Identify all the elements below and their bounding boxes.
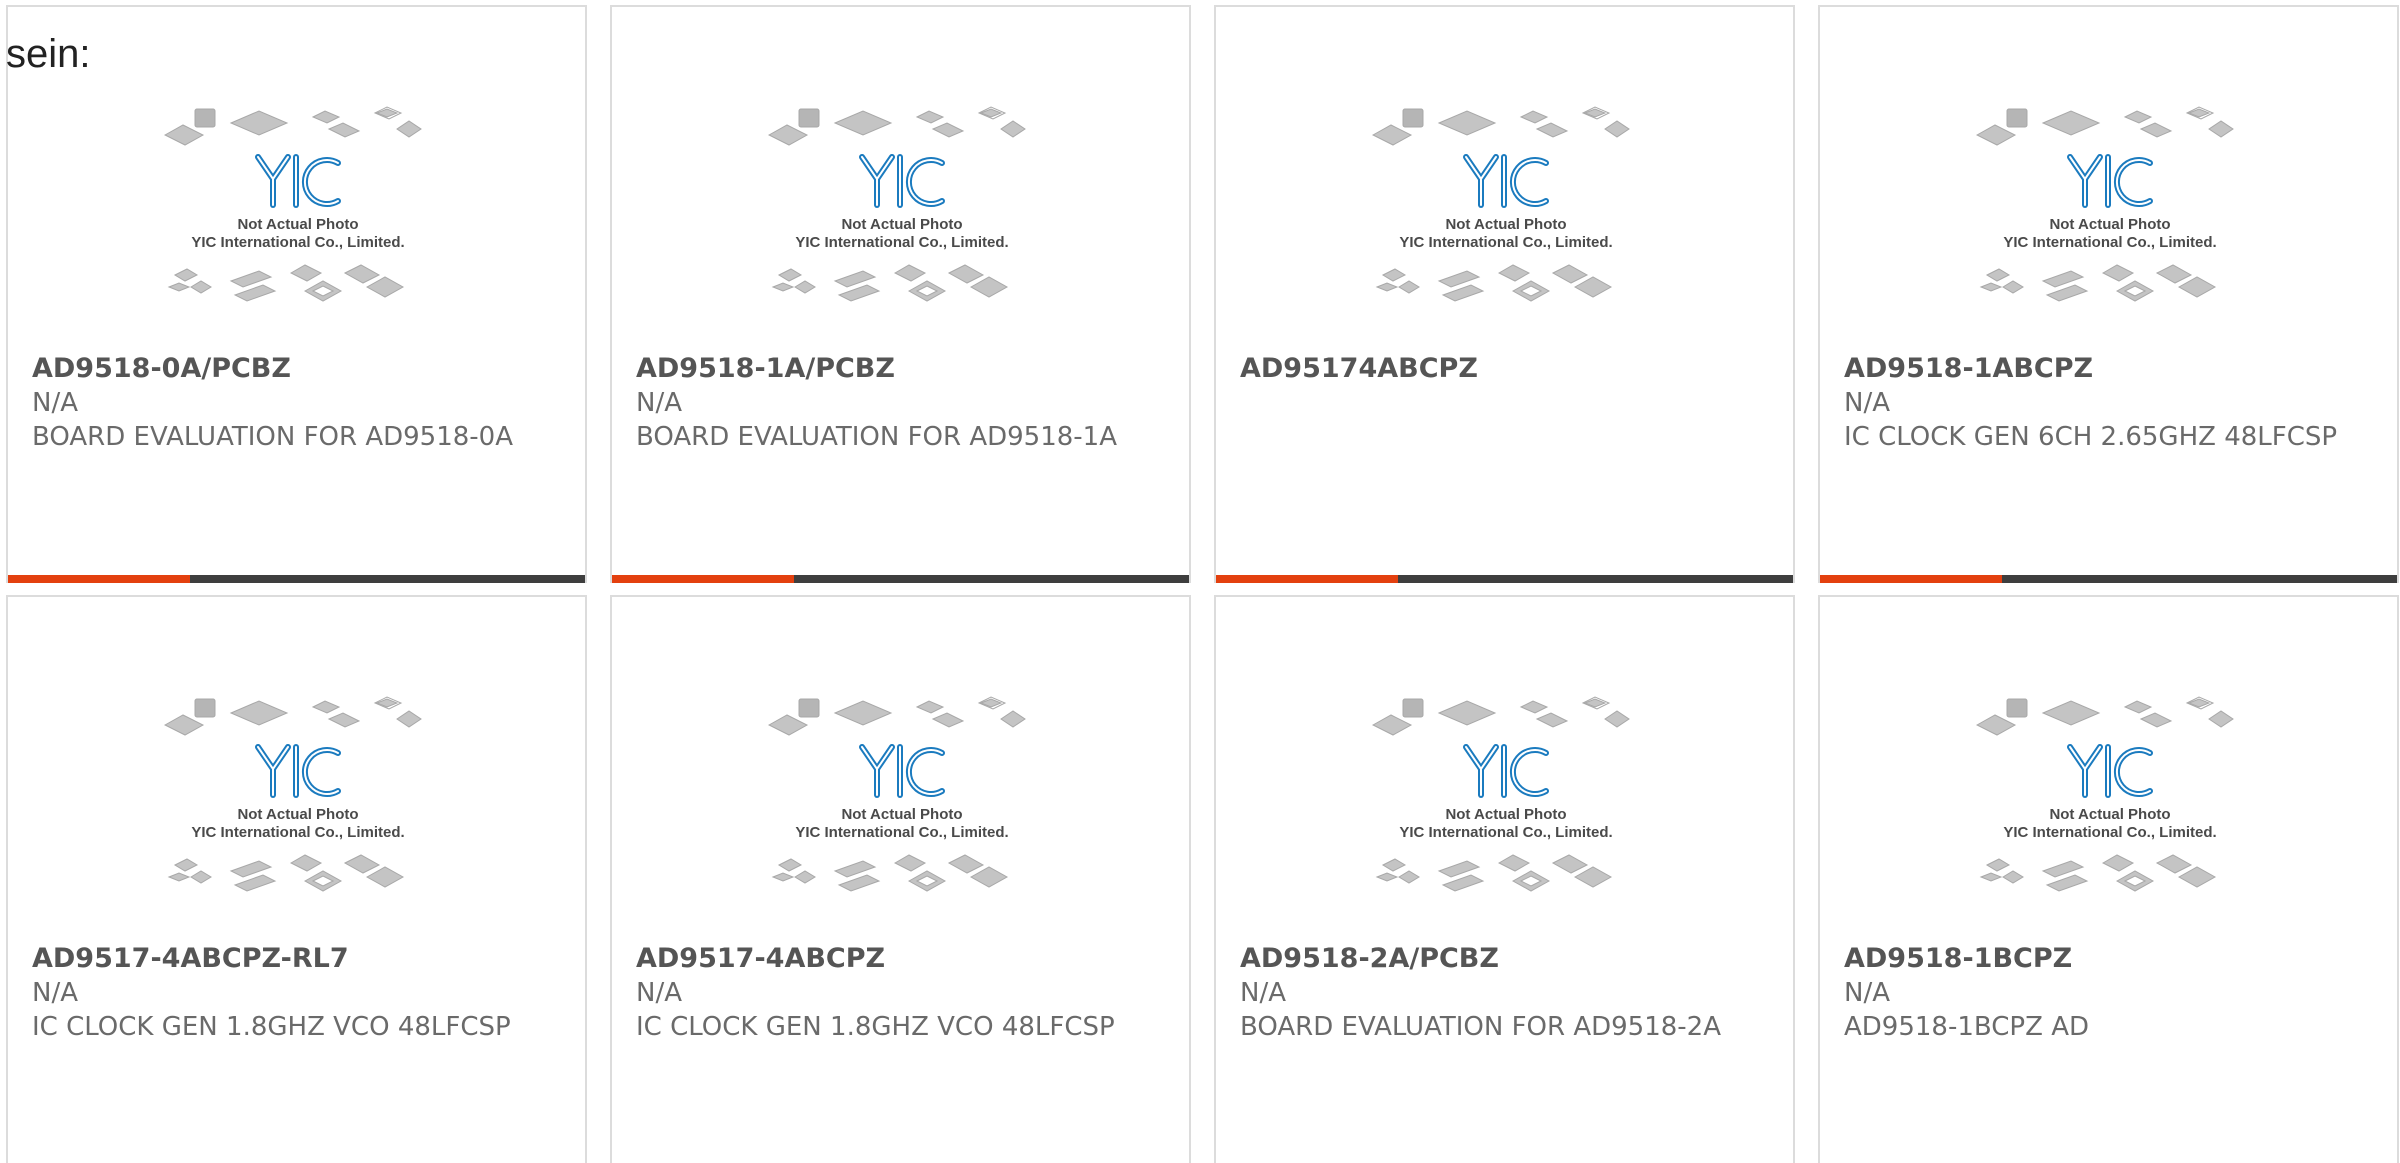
placeholder-photo-icon[interactable]: Not Actual Photo YIC International Co., …: [767, 685, 1037, 935]
product-info: AD9518-1BCPZ N/A AD9518-1BCPZ AD: [1844, 942, 2373, 1044]
manufacturer: N/A: [636, 388, 682, 418]
svg-text:Not Actual Photo: Not Actual Photo: [237, 216, 358, 233]
svg-text:YIC International Co., Limited: YIC International Co., Limited.: [1399, 234, 1612, 251]
svg-text:Not Actual Photo: Not Actual Photo: [1445, 216, 1566, 233]
product-info: AD9517-4ABCPZ N/A IC CLOCK GEN 1.8GHZ VC…: [636, 942, 1165, 1044]
card-accent-bar: [1820, 575, 2002, 583]
description: BOARD EVALUATION FOR AD9518-0A: [32, 422, 514, 452]
placeholder-photo-icon[interactable]: Not Actual Photo YIC International Co., …: [1371, 685, 1641, 935]
product-card[interactable]: Not Actual Photo YIC International Co., …: [1818, 5, 2399, 583]
svg-text:YIC International Co., Limited: YIC International Co., Limited.: [795, 234, 1008, 251]
part-number-link[interactable]: AD9518-1A/PCBZ: [636, 352, 1165, 386]
manufacturer: N/A: [1240, 978, 1286, 1008]
part-number-link[interactable]: AD9518-1BCPZ: [1844, 942, 2373, 976]
svg-text:YIC International Co., Limited: YIC International Co., Limited.: [191, 824, 404, 841]
description: AD9518-1BCPZ AD: [1844, 1012, 2089, 1042]
svg-text:YIC International Co., Limited: YIC International Co., Limited.: [2003, 824, 2216, 841]
svg-text:YIC International Co., Limited: YIC International Co., Limited.: [795, 824, 1008, 841]
card-accent-bar: [1216, 575, 1398, 583]
svg-text:Not Actual Photo: Not Actual Photo: [841, 216, 962, 233]
yic-logo: [255, 154, 341, 208]
part-number-link[interactable]: AD9518-2A/PCBZ: [1240, 942, 1769, 976]
product-card[interactable]: Not Actual Photo YIC International Co., …: [1214, 5, 1795, 583]
svg-text:Not Actual Photo: Not Actual Photo: [1445, 806, 1566, 823]
part-number-link[interactable]: AD9517-4ABCPZ: [636, 942, 1165, 976]
product-info: AD9518-2A/PCBZ N/A BOARD EVALUATION FOR …: [1240, 942, 1769, 1044]
card-bottom-bar: [612, 575, 1189, 583]
part-number-link[interactable]: AD9517-4ABCPZ-RL7: [32, 942, 561, 976]
description: IC CLOCK GEN 1.8GHZ VCO 48LFCSP: [32, 1012, 511, 1042]
card-bottom-bar: [1216, 575, 1793, 583]
placeholder-photo-icon[interactable]: Not Actual Photo YIC International Co., …: [163, 95, 433, 345]
yic-logo: [1463, 154, 1549, 208]
svg-text:YIC International Co., Limited: YIC International Co., Limited.: [191, 234, 404, 251]
manufacturer: N/A: [1844, 388, 1890, 418]
svg-text:YIC International Co., Limited: YIC International Co., Limited.: [1399, 824, 1612, 841]
product-card[interactable]: Not Actual Photo YIC International Co., …: [1214, 595, 1795, 1163]
placeholder-photo-icon[interactable]: Not Actual Photo YIC International Co., …: [1975, 685, 2245, 935]
description: BOARD EVALUATION FOR AD9518-1A: [636, 422, 1118, 452]
svg-text:YIC International Co., Limited: YIC International Co., Limited.: [2003, 234, 2216, 251]
intro-text: sein:: [6, 32, 91, 76]
manufacturer: N/A: [32, 978, 78, 1008]
product-grid: Not Actual Photo YIC International Co., …: [6, 5, 2399, 1163]
manufacturer: N/A: [1844, 978, 1890, 1008]
card-accent-bar: [612, 575, 794, 583]
description: IC CLOCK GEN 1.8GHZ VCO 48LFCSP: [636, 1012, 1115, 1042]
product-card[interactable]: Not Actual Photo YIC International Co., …: [6, 5, 587, 583]
product-info: AD9518-0A/PCBZ N/A BOARD EVALUATION FOR …: [32, 352, 561, 454]
product-info: AD9517-4ABCPZ-RL7 N/A IC CLOCK GEN 1.8GH…: [32, 942, 561, 1044]
part-number-link[interactable]: AD9518-0A/PCBZ: [32, 352, 561, 386]
svg-text:Not Actual Photo: Not Actual Photo: [237, 806, 358, 823]
svg-text:Not Actual Photo: Not Actual Photo: [2049, 216, 2170, 233]
product-card[interactable]: Not Actual Photo YIC International Co., …: [6, 595, 587, 1163]
description: BOARD EVALUATION FOR AD9518-2A: [1240, 1012, 1722, 1042]
yic-logo: [2067, 744, 2153, 798]
card-bottom-bar: [1820, 575, 2397, 583]
placeholder-photo-icon[interactable]: Not Actual Photo YIC International Co., …: [1975, 95, 2245, 345]
yic-logo: [1463, 744, 1549, 798]
page: Not Actual Photo YIC International Co., …: [0, 0, 2400, 1163]
product-card[interactable]: Not Actual Photo YIC International Co., …: [610, 595, 1191, 1163]
yic-logo: [255, 744, 341, 798]
product-info: AD9518-1A/PCBZ N/A BOARD EVALUATION FOR …: [636, 352, 1165, 454]
manufacturer: N/A: [32, 388, 78, 418]
placeholder-photo-icon[interactable]: Not Actual Photo YIC International Co., …: [163, 685, 433, 935]
card-bottom-bar: [8, 575, 585, 583]
placeholder-photo-icon[interactable]: Not Actual Photo YIC International Co., …: [1371, 95, 1641, 345]
yic-logo: [2067, 154, 2153, 208]
placeholder-photo-icon[interactable]: Not Actual Photo YIC International Co., …: [767, 95, 1037, 345]
product-info: AD95174ABCPZ: [1240, 352, 1769, 386]
card-accent-bar: [8, 575, 190, 583]
part-number-link[interactable]: AD95174ABCPZ: [1240, 352, 1769, 386]
part-number-link[interactable]: AD9518-1ABCPZ: [1844, 352, 2373, 386]
product-card[interactable]: Not Actual Photo YIC International Co., …: [1818, 595, 2399, 1163]
product-info: AD9518-1ABCPZ N/A IC CLOCK GEN 6CH 2.65G…: [1844, 352, 2373, 454]
manufacturer: N/A: [636, 978, 682, 1008]
description: IC CLOCK GEN 6CH 2.65GHZ 48LFCSP: [1844, 422, 2338, 452]
product-card[interactable]: Not Actual Photo YIC International Co., …: [610, 5, 1191, 583]
yic-logo: [859, 154, 945, 208]
svg-text:Not Actual Photo: Not Actual Photo: [841, 806, 962, 823]
svg-text:Not Actual Photo: Not Actual Photo: [2049, 806, 2170, 823]
yic-logo: [859, 744, 945, 798]
